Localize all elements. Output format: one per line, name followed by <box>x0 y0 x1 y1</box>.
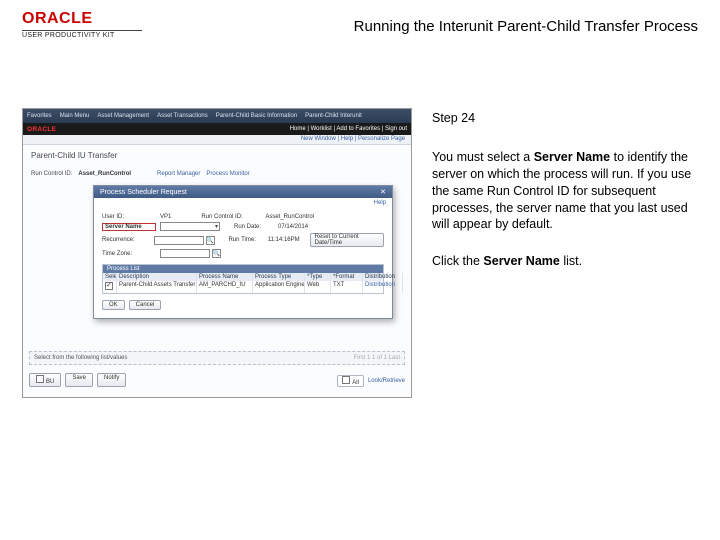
row-select-checkbox[interactable] <box>105 282 113 290</box>
menu-parent-child-iu: Parent-Child Interunit <box>305 113 362 119</box>
recurrence-input[interactable] <box>154 236 204 245</box>
report-manager-link: Report Manager <box>157 171 200 177</box>
selection-bar: Select from the following list/values Fi… <box>29 351 405 365</box>
menu-asset-trans: Asset Transactions <box>157 113 208 119</box>
dialog-title: Process Scheduler Request <box>100 189 187 196</box>
lookup-icon[interactable]: 🔍 <box>206 236 215 245</box>
server-name-label: Server Name <box>102 223 156 231</box>
time-zone-input[interactable] <box>160 249 210 258</box>
row-distribution-link[interactable]: Distribution <box>363 281 403 293</box>
app-brand-logo: ORACLE <box>27 126 56 133</box>
reset-time-button[interactable]: Reset to Current Date/Time <box>310 233 384 247</box>
all-pill: All <box>337 375 364 387</box>
row-process-type: Application Engine <box>253 281 305 293</box>
col-process-name: Process Name <box>197 273 253 281</box>
col-select: Select <box>103 273 117 281</box>
instruction-paragraph-2: Click the Server Name list. <box>432 253 692 270</box>
user-id-value: VP1 <box>160 214 171 220</box>
process-list-header: Process List <box>103 265 383 273</box>
col-description: Description <box>117 273 197 281</box>
server-name-dropdown[interactable] <box>160 222 220 231</box>
dialog-help-link[interactable]: Help <box>94 198 392 208</box>
app-utility-links: New Window | Help | Personalize Page <box>23 135 411 145</box>
bu-button[interactable]: BU <box>29 373 61 387</box>
run-control-label: Run Control ID: <box>31 171 72 177</box>
row-description: Parent-Child Assets Transfer <box>117 281 197 293</box>
instruction-panel: Step 24 You must select a Server Name to… <box>432 110 692 290</box>
logo-brand: ORACLE <box>22 10 142 28</box>
menu-favorites: Favorites <box>27 113 52 119</box>
run-time-label: Run Time: <box>229 237 264 243</box>
pager: First 1 1 of 1 Last <box>354 355 400 361</box>
lookup-icon[interactable]: 🔍 <box>212 249 221 258</box>
selection-bar-text: Select from the following list/values <box>34 355 127 361</box>
run-control-id-label: Run Control ID: <box>201 214 261 220</box>
close-icon[interactable]: ✕ <box>380 188 386 196</box>
user-id-label: User ID: <box>102 214 156 220</box>
instruction-paragraph-1: You must select a Server Name to identif… <box>432 149 692 233</box>
dialog-cancel-button[interactable]: Cancel <box>129 300 162 310</box>
save-button[interactable]: Save <box>65 373 93 387</box>
step-label: Step 24 <box>432 110 692 127</box>
recurrence-label: Recurrence: <box>102 237 150 243</box>
row-format: TXT <box>331 281 363 293</box>
logo-subtitle: USER PRODUCTIVITY KIT <box>22 32 142 39</box>
col-format: *Format <box>331 273 363 281</box>
run-control-id-value: Asset_RunControl <box>265 214 314 220</box>
look-retrieve-link: Look/Retrieve <box>368 378 405 384</box>
menu-parent-child-basic: Parent-Child Basic Information <box>216 113 297 119</box>
run-date-label: Run Date: <box>234 224 274 230</box>
dialog-ok-button[interactable]: OK <box>102 300 125 310</box>
run-date-value: 07/14/2014 <box>278 224 308 230</box>
menu-main: Main Menu <box>60 113 90 119</box>
page-title: Running the Interunit Parent-Child Trans… <box>354 18 698 35</box>
process-list-grid: Process List Select Description Process … <box>102 264 384 294</box>
run-time-value: 11:14:16PM <box>268 237 300 243</box>
app-screenshot: Favorites Main Menu Asset Management Ass… <box>22 108 412 398</box>
notify-button[interactable]: Notify <box>97 373 126 387</box>
row-type: Web <box>305 281 331 293</box>
time-zone-label: Time Zone: <box>102 251 156 257</box>
breadcrumb: Parent-Child IU Transfer <box>31 151 117 160</box>
menu-asset-mgmt: Asset Management <box>97 113 149 119</box>
col-distribution: Distribution <box>363 273 403 281</box>
run-control-value: Asset_RunControl <box>78 171 131 177</box>
app-menubar: Favorites Main Menu Asset Management Ass… <box>23 109 411 123</box>
app-brandbar: ORACLE Home | Worklist | Add to Favorite… <box>23 123 411 135</box>
oracle-upk-logo: ORACLE USER PRODUCTIVITY KIT <box>22 10 142 39</box>
table-row: Parent-Child Assets Transfer AM_PARCHD_I… <box>103 281 383 293</box>
process-scheduler-dialog: Process Scheduler Request ✕ Help User ID… <box>93 185 393 319</box>
row-process-name: AM_PARCHD_IU <box>197 281 253 293</box>
process-monitor-link: Process Monitor <box>206 171 249 177</box>
col-type: *Type <box>305 273 331 281</box>
col-process-type: Process Type <box>253 273 305 281</box>
run-control-line: Run Control ID: Asset_RunControl Report … <box>31 171 250 177</box>
app-brand-links: Home | Worklist | Add to Favorites | Sig… <box>290 126 407 132</box>
